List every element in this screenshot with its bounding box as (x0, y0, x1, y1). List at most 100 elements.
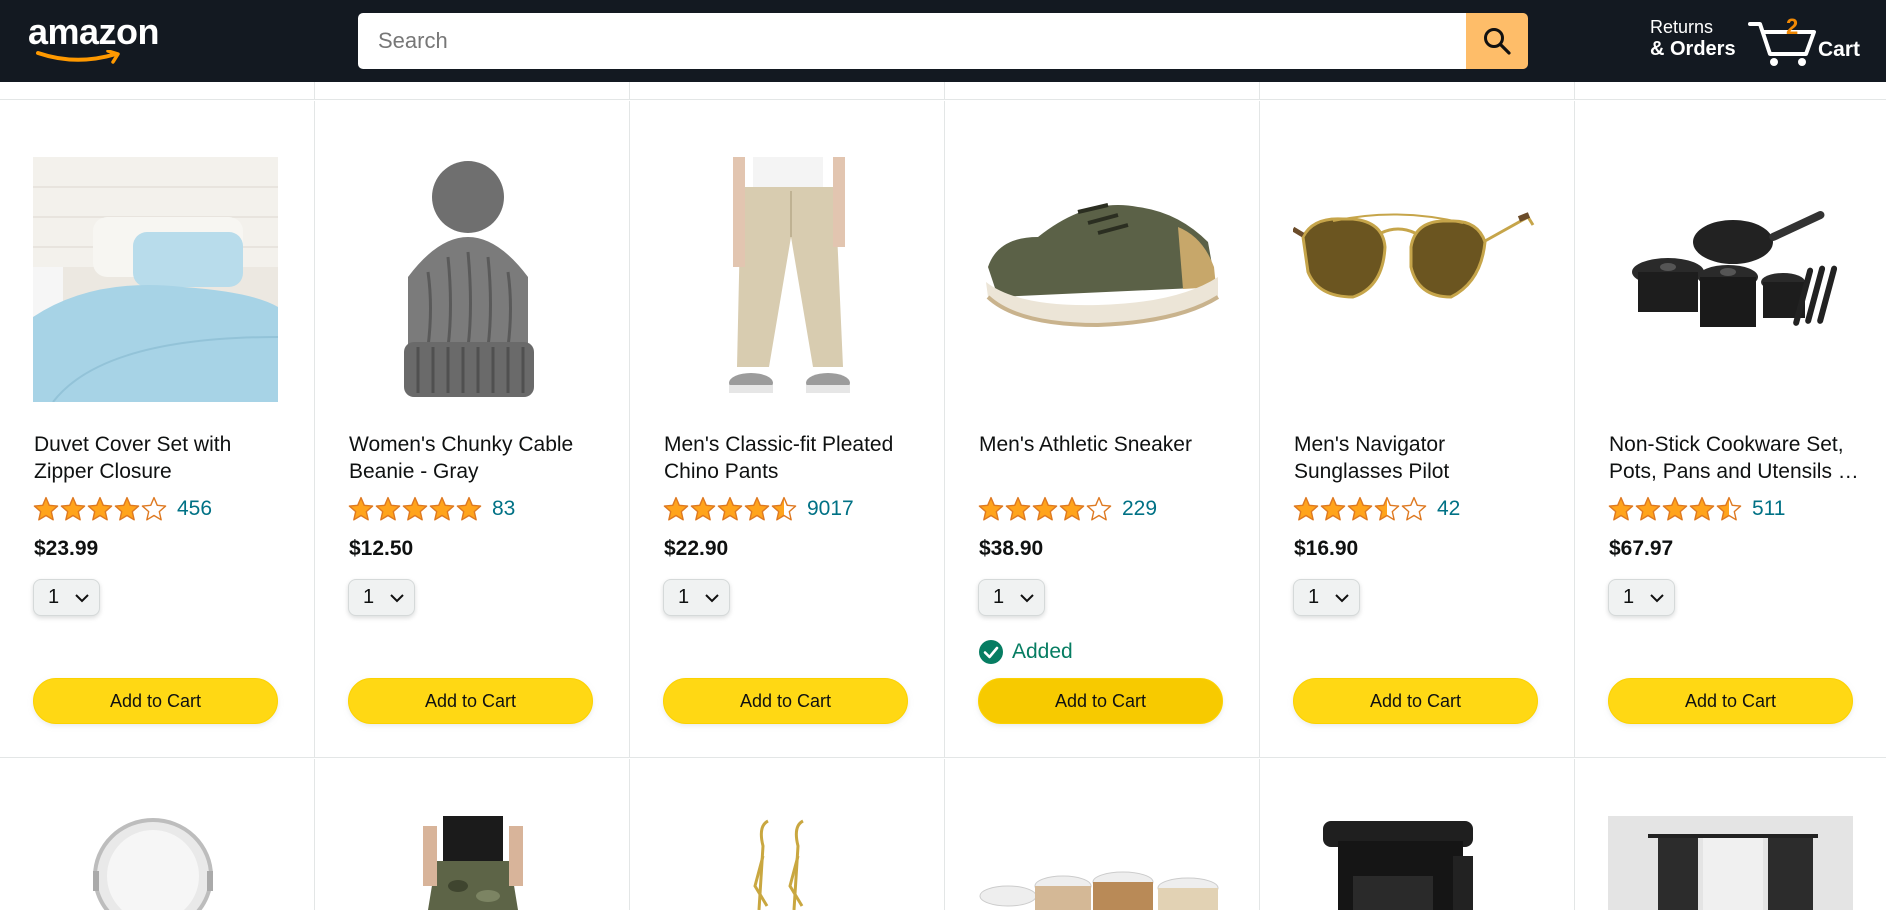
product-card: Men's Athletic Sneaker 229 $38.90 1 Adde… (945, 101, 1260, 757)
coffee-maker-image[interactable] (1293, 816, 1538, 910)
star-icon (1320, 496, 1346, 521)
product-rating[interactable]: 83 (348, 494, 515, 524)
add-to-cart-button[interactable]: Add to Cart (1608, 678, 1853, 724)
product-rating[interactable]: 456 (33, 494, 212, 524)
check-circle-icon (979, 640, 1003, 664)
star-icon (1005, 496, 1031, 521)
product-card: Women's Chunky Cable Beanie - Gray 83 $1… (315, 101, 630, 757)
chino-pants-image[interactable] (663, 157, 908, 402)
sunglasses-image[interactable] (1293, 157, 1538, 402)
earrings-image[interactable] (663, 816, 908, 910)
orders-label: & Orders (1650, 38, 1736, 60)
star-icon (1608, 496, 1634, 521)
product-rating[interactable]: 511 (1608, 494, 1785, 524)
add-to-cart-button[interactable]: Add to Cart (348, 678, 593, 724)
product-price: $12.50 (349, 537, 414, 560)
cart-label: Cart (1818, 38, 1861, 61)
product-rating[interactable]: 229 (978, 494, 1157, 524)
star-rating (348, 496, 482, 522)
star-icon (141, 496, 167, 521)
chevron-down-icon (75, 594, 89, 603)
star-rating (663, 496, 797, 522)
product-name[interactable]: Men's Athletic Sneaker (979, 431, 1229, 458)
shorts-image[interactable] (348, 816, 593, 910)
logo-text: amazon (28, 11, 160, 52)
star-icon (33, 496, 59, 521)
cart-icon (1748, 22, 1816, 66)
star-icon (690, 496, 716, 521)
food-containers-image[interactable] (978, 816, 1223, 910)
product-price: $23.99 (34, 537, 99, 560)
smile-arrow-icon (36, 50, 120, 64)
chevron-down-icon (390, 594, 404, 603)
star-icon (1374, 496, 1400, 521)
product-price: $38.90 (979, 537, 1044, 560)
star-rating (1293, 496, 1427, 522)
chevron-down-icon (705, 594, 719, 603)
quantity-select[interactable]: 1 (978, 579, 1045, 616)
star-icon (1059, 496, 1085, 521)
star-icon (456, 496, 482, 521)
mirror-image[interactable] (33, 816, 278, 910)
add-to-cart-button[interactable]: Add to Cart (33, 678, 278, 724)
header: amazon Returns & Orders 2 Cart (0, 0, 1886, 82)
cart-button[interactable]: 2 Cart (1748, 12, 1868, 68)
product-price: $67.97 (1609, 537, 1674, 560)
star-icon (348, 496, 374, 521)
star-icon (429, 496, 455, 521)
rating-count[interactable]: 229 (1122, 497, 1157, 521)
star-icon (1293, 496, 1319, 521)
star-icon (114, 496, 140, 521)
rating-count[interactable]: 83 (492, 497, 515, 521)
search-button[interactable] (1466, 13, 1528, 69)
returns-label: Returns (1650, 17, 1714, 37)
add-to-cart-button[interactable]: Add to Cart (978, 678, 1223, 724)
star-icon (375, 496, 401, 521)
product-card: Men's Navigator Sunglasses Pilot 42 $16.… (1260, 101, 1575, 757)
product-rating[interactable]: 9017 (663, 494, 854, 524)
duvet-image[interactable] (33, 157, 278, 402)
product-rating[interactable]: 42 (1293, 494, 1460, 524)
quantity-select[interactable]: 1 (1293, 579, 1360, 616)
add-to-cart-button[interactable]: Add to Cart (1293, 678, 1538, 724)
rating-count[interactable]: 42 (1437, 497, 1460, 521)
product-card (0, 759, 315, 910)
product-card: Non-Stick Cookware Set, Pots, Pans and U… (1575, 101, 1886, 757)
beanie-image[interactable] (348, 157, 593, 402)
amazon-logo[interactable]: amazon (28, 14, 168, 66)
product-name[interactable]: Men's Classic-fit Pleated Chino Pants (664, 431, 914, 485)
product-card (945, 759, 1260, 910)
add-to-cart-button[interactable]: Add to Cart (663, 678, 908, 724)
product-row: Duvet Cover Set with Zipper Closure 456 … (0, 101, 1886, 758)
quantity-value: 1 (1308, 586, 1320, 608)
quantity-select[interactable]: 1 (33, 579, 100, 616)
added-confirmation: Added (978, 639, 1073, 665)
star-icon (1662, 496, 1688, 521)
returns-orders-link[interactable]: Returns & Orders (1650, 16, 1736, 60)
rating-count[interactable]: 456 (177, 497, 212, 521)
search-input[interactable] (358, 13, 1466, 69)
search-bar (358, 13, 1528, 69)
curtains-image[interactable] (1608, 816, 1853, 910)
star-icon (1347, 496, 1373, 521)
star-icon (771, 496, 797, 521)
rating-count[interactable]: 9017 (807, 497, 854, 521)
star-rating (33, 496, 167, 522)
cookware-image[interactable] (1608, 157, 1853, 402)
sneaker-image[interactable] (978, 157, 1223, 402)
star-icon (1086, 496, 1112, 521)
product-name[interactable]: Men's Navigator Sunglasses Pilot (1294, 431, 1544, 485)
product-name[interactable]: Women's Chunky Cable Beanie - Gray (349, 431, 599, 485)
product-price: $22.90 (664, 537, 729, 560)
quantity-select[interactable]: 1 (348, 579, 415, 616)
quantity-select[interactable]: 1 (1608, 579, 1675, 616)
quantity-value: 1 (1623, 586, 1635, 608)
product-name[interactable]: Duvet Cover Set with Zipper Closure (34, 431, 284, 485)
product-name[interactable]: Non-Stick Cookware Set, Pots, Pans and U… (1609, 431, 1859, 485)
chevron-down-icon (1020, 594, 1034, 603)
star-icon (978, 496, 1004, 521)
quantity-select[interactable]: 1 (663, 579, 730, 616)
star-icon (1635, 496, 1661, 521)
rating-count[interactable]: 511 (1752, 497, 1785, 521)
star-icon (744, 496, 770, 521)
